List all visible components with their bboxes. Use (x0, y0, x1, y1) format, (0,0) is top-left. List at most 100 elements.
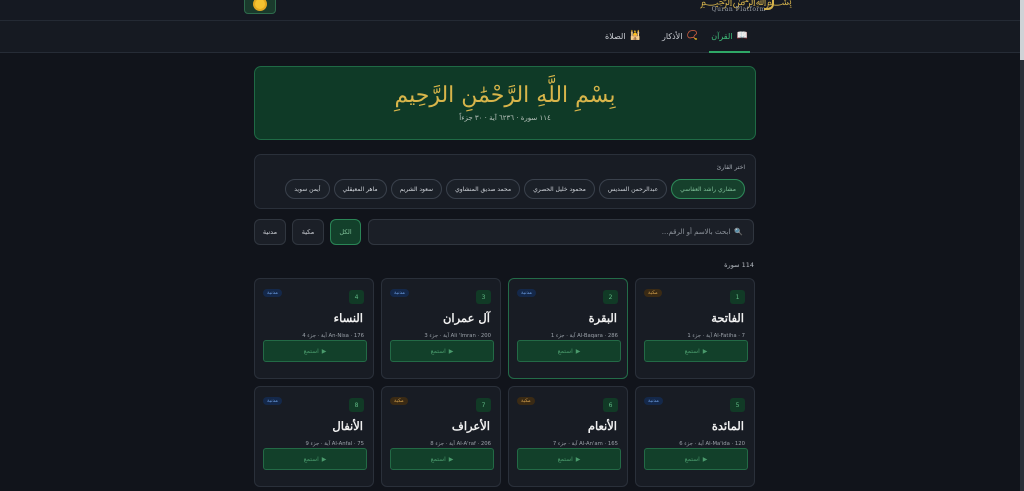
scrollbar-track[interactable] (1020, 0, 1024, 491)
play-icon: ▶ (448, 347, 454, 355)
listen-button[interactable]: ▶ استمع (390, 448, 494, 470)
listen-label: استمع (684, 455, 700, 463)
surah-name: الأنعام (587, 419, 617, 433)
listen-button[interactable]: ▶ استمع (644, 448, 748, 470)
reciter-chip[interactable]: ماهر المعيقلي (333, 179, 387, 199)
book-icon: 📖 (736, 31, 748, 41)
revelation-badge: مدنية (263, 397, 282, 405)
results-count: 114 سورة (724, 261, 754, 269)
surah-card[interactable]: 3 مدنية آل عمران Ali 'Imran · 200 آية · … (381, 278, 501, 379)
surah-number: 7 (476, 398, 491, 412)
logo-icon (764, 0, 774, 10)
revelation-badge: مدنية (263, 289, 282, 297)
play-icon: ▶ (575, 455, 581, 463)
play-icon: ▶ (321, 347, 327, 355)
reciter-chip[interactable]: محمود خليل الحصري (524, 179, 595, 199)
listen-button[interactable]: ▶ استمع (390, 340, 494, 362)
reciter-chip[interactable]: عبدالرحمن السديس (598, 179, 668, 199)
listen-label: استمع (430, 455, 446, 463)
reciter-chips: مشاري راشد العفاسي عبدالرحمن السديس محمو… (285, 179, 745, 199)
surah-number: 1 (730, 290, 745, 304)
search-placeholder: ابحث بالاسم أو الرقم... (661, 228, 731, 236)
hero-subtitle: ١١٤ سورة · ٦٢٣٦ آية · ٣٠ جزءاً (459, 114, 551, 122)
listen-label: استمع (557, 455, 573, 463)
listen-label: استمع (303, 455, 319, 463)
surah-number: 2 (603, 290, 618, 304)
surah-number: 3 (476, 290, 491, 304)
surah-name: آل عمران (442, 311, 490, 325)
play-icon: ▶ (702, 347, 708, 355)
surah-card[interactable]: 2 مدنية البقرة Al-Baqara · 286 آية · جزء… (508, 278, 628, 379)
surah-number: 4 (349, 290, 364, 304)
revelation-badge: مدنية (644, 397, 663, 405)
filter-medinan-button[interactable]: مدنية (254, 219, 286, 245)
surah-meta: Al-Fatiha · 7 آية · جزء 1 (687, 333, 745, 339)
surah-meta: Al-A'raf · 206 آية · جزء 8 (430, 441, 491, 447)
surah-name: المائدة (711, 419, 744, 433)
filter-meccan-button[interactable]: مكية (292, 219, 324, 245)
tab-prayer[interactable]: 🕌 الصلاة (605, 21, 641, 51)
main-nav: 📖 القرآن 📿 الأذكار 🕌 الصلاة (0, 21, 1020, 53)
tab-label: القرآن (711, 31, 733, 41)
listen-button[interactable]: ▶ استمع (517, 340, 621, 362)
revelation-badge: مكية (644, 289, 662, 297)
reciter-chip[interactable]: أيمن سويد (285, 179, 330, 199)
tab-adhkar[interactable]: 📿 الأذكار (662, 21, 698, 51)
surah-meta: Al-An'am · 165 آية · جزء 7 (552, 441, 618, 447)
listen-button[interactable]: ▶ استمع (263, 448, 367, 470)
surah-number: 6 (603, 398, 618, 412)
search-input[interactable]: ابحث بالاسم أو الرقم... 🔍 (368, 219, 754, 245)
revelation-badge: مكية (517, 397, 535, 405)
surah-meta: An-Nisa · 176 آية · جزء 4 (302, 333, 364, 339)
reciter-chip[interactable]: مشاري راشد العفاسي (671, 179, 745, 199)
play-icon: ▶ (448, 455, 454, 463)
scrollbar-thumb[interactable] (1020, 0, 1024, 60)
surah-card[interactable]: 7 مكية الأعراف Al-A'raf · 206 آية · جزء … (381, 386, 501, 487)
play-icon: ▶ (575, 347, 581, 355)
brand: ﷽ Quran Platform (700, 0, 792, 16)
surah-number: 5 (730, 398, 745, 412)
revelation-badge: مدنية (517, 289, 536, 297)
play-icon: ▶ (321, 455, 327, 463)
listen-label: استمع (303, 347, 319, 355)
reciter-chip[interactable]: محمد صديق المنشاوي (446, 179, 521, 199)
surah-card[interactable]: 8 مدنية الأنفال Al-Anfal · 75 آية · جزء … (254, 386, 374, 487)
surah-meta: Ali 'Imran · 200 آية · جزء 3 (424, 333, 491, 339)
surah-card[interactable]: 5 مدنية المائدة Al-Ma'ida · 120 آية · جز… (635, 386, 755, 487)
theme-toggle-button[interactable] (244, 0, 276, 14)
surah-meta: Al-Ma'ida · 120 آية · جزء 6 (679, 441, 745, 447)
surah-name: البقرة (588, 311, 617, 325)
listen-label: استمع (557, 347, 573, 355)
surah-meta: Al-Baqara · 286 آية · جزء 1 (550, 333, 618, 339)
sun-icon (255, 0, 265, 9)
surah-card[interactable]: 1 مكية الفاتحة Al-Fatiha · 7 آية · جزء 1… (635, 278, 755, 379)
mosque-icon: 🕌 (629, 31, 641, 41)
listen-label: استمع (430, 347, 446, 355)
listen-button[interactable]: ▶ استمع (263, 340, 367, 362)
surah-name: الأنفال (332, 419, 363, 433)
surah-name: الفاتحة (711, 311, 744, 325)
surah-meta: Al-Anfal · 75 آية · جزء 9 (305, 441, 364, 447)
revelation-badge: مكية (390, 397, 408, 405)
reciter-selector: اختر القارئ مشاري راشد العفاسي عبدالرحمن… (254, 154, 756, 209)
tab-quran[interactable]: 📖 القرآن (709, 21, 750, 53)
listen-button[interactable]: ▶ استمع (517, 448, 621, 470)
play-icon: ▶ (702, 455, 708, 463)
tab-label: الصلاة (605, 31, 626, 41)
tab-label: الأذكار (662, 31, 683, 41)
revelation-badge: مدنية (390, 289, 409, 297)
surah-name: الأعراف (451, 419, 490, 433)
surah-name: النساء (333, 311, 363, 325)
top-header: ﷽ Quran Platform (0, 0, 1020, 21)
search-icon: 🔍 (734, 228, 743, 236)
listen-label: استمع (684, 347, 700, 355)
reciter-chip[interactable]: سعود الشريم (390, 179, 443, 199)
reciter-label: اختر القارئ (716, 164, 745, 171)
surah-card[interactable]: 4 مدنية النساء An-Nisa · 176 آية · جزء 4… (254, 278, 374, 379)
listen-button[interactable]: ▶ استمع (644, 340, 748, 362)
bismillah-hero: بِسْمِ اللَّهِ الرَّحْمَٰنِ الرَّحِيمِ ١… (254, 66, 756, 140)
surah-number: 8 (349, 398, 364, 412)
surah-card[interactable]: 6 مكية الأنعام Al-An'am · 165 آية · جزء … (508, 386, 628, 487)
hero-title: بِسْمِ اللَّهِ الرَّحْمَٰنِ الرَّحِيمِ (394, 83, 616, 108)
filter-all-button[interactable]: الكل (330, 219, 361, 245)
